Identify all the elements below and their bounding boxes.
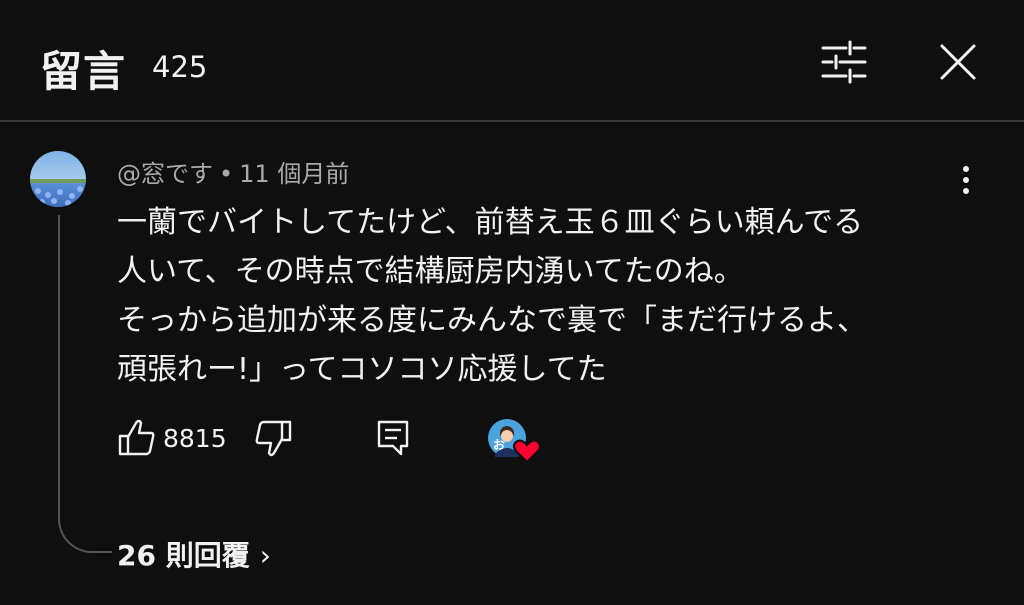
comment-text-line: 頑張れー!」ってコソコソ応援してた (117, 352, 607, 387)
comment-meta: @窓です • 11 個月前 (117, 154, 349, 189)
close-button[interactable] (938, 42, 978, 82)
view-replies-button[interactable]: 26 則回覆 › (117, 534, 271, 574)
like-button[interactable] (117, 416, 157, 460)
comment-text-line: 一蘭でバイトしてたけど、前替え玉６皿ぐらい頼んでる (117, 205, 864, 240)
panel-title: 留言 (40, 47, 127, 96)
dislike-button[interactable] (253, 416, 293, 460)
replies-count-label: 26 則回覆 (117, 539, 250, 572)
author-handle[interactable]: @窓です (117, 160, 213, 188)
reply-comment-icon (377, 420, 409, 456)
comment-text-line: 人いて、その時点で結構厨房内湧いてたのね。 (117, 254, 744, 289)
like-count: 8815 (163, 424, 227, 453)
comment-text: 一蘭でバイトしてたけど、前替え玉６皿ぐらい頼んでる 人いて、その時点で結構厨房内… (117, 198, 977, 394)
thumbs-down-icon (255, 420, 292, 457)
sort-filter-button[interactable] (820, 40, 868, 84)
reply-button[interactable] (373, 416, 413, 460)
comment-more-button[interactable] (952, 160, 980, 200)
close-icon (940, 44, 976, 80)
comment-count: 425 (152, 50, 208, 84)
comment-text-line: そっから追加が来る度にみんなで裏で「まだ行けるよ、 (117, 303, 867, 338)
sliders-icon (821, 40, 867, 84)
heart-icon (513, 439, 541, 464)
comments-header: 留言 425 (0, 0, 1024, 120)
header-divider (0, 120, 1024, 122)
thumbs-up-icon (118, 419, 155, 456)
creator-avatar-text: お (493, 438, 505, 452)
meta-separator: • (219, 160, 234, 188)
more-vertical-icon (963, 166, 969, 194)
comment-timestamp: 11 個月前 (239, 160, 350, 188)
creator-heart-badge[interactable]: お (487, 418, 543, 464)
chevron-right-icon: › (259, 539, 271, 572)
author-avatar[interactable] (30, 151, 86, 207)
reply-thread-line (58, 215, 112, 553)
